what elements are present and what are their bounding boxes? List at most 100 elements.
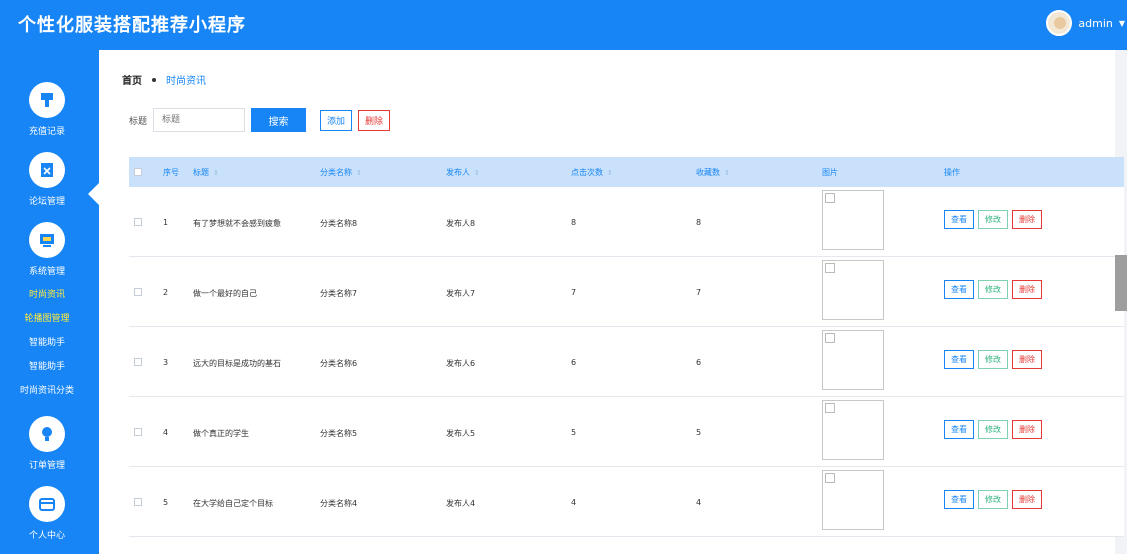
column-header-clicks[interactable]: 点击次数 ⇕	[571, 167, 613, 178]
view-button[interactable]: 查看	[944, 210, 974, 229]
add-button[interactable]: 添加	[320, 109, 353, 131]
cell-category: 分类名称5	[320, 429, 358, 438]
column-header-title[interactable]: 标题 ⇕	[193, 167, 219, 178]
edit-button[interactable]: 修改	[978, 420, 1008, 439]
column-header-actions: 操作	[944, 168, 960, 177]
sidebar-item-profile[interactable]: 个人中心	[0, 486, 94, 541]
cell-favorites: 4	[696, 498, 702, 507]
cell-index: 2	[163, 288, 169, 297]
view-button[interactable]: 查看	[944, 420, 974, 439]
row-actions: 查看 修改 删除	[944, 350, 1042, 369]
sort-icon[interactable]: ⇕	[474, 169, 480, 177]
sidebar-item-label: 充值记录	[28, 127, 65, 137]
monitor-icon	[29, 222, 65, 258]
sidebar-item-label: 论坛管理	[28, 197, 65, 207]
lightbulb-icon	[29, 416, 65, 452]
search-bar: 标题 搜索 添加 删除	[129, 108, 391, 132]
sidebar-item-recharge[interactable]: 充值记录	[0, 82, 94, 137]
column-header-category[interactable]: 分类名称 ⇕	[320, 167, 362, 178]
cell-index: 1	[163, 218, 169, 227]
view-button[interactable]: 查看	[944, 490, 974, 509]
row-actions: 查看 修改 删除	[944, 490, 1042, 509]
sidebar-item-orders[interactable]: 订单管理	[0, 416, 94, 471]
breadcrumb-home[interactable]: 首页	[122, 72, 142, 87]
search-button[interactable]: 搜索	[251, 108, 307, 132]
row-actions: 查看 修改 删除	[944, 420, 1042, 439]
delete-button[interactable]: 删除	[1012, 280, 1042, 299]
table-row: 3 远大的目标是成功的基石 分类名称6 发布人6 6 6 查看 修改 删除	[129, 327, 1124, 397]
delete-button[interactable]: 删除	[1012, 420, 1042, 439]
batch-delete-button[interactable]: 删除	[358, 109, 391, 131]
sort-icon[interactable]: ⇕	[213, 169, 219, 177]
column-header-index: 序号	[163, 168, 179, 177]
submenu-assistant-2[interactable]: 智能助手	[0, 359, 94, 372]
broken-image-icon	[822, 470, 884, 530]
row-checkbox[interactable]	[134, 428, 142, 436]
cell-favorites: 5	[696, 428, 702, 437]
column-header-label: 标题	[193, 168, 209, 177]
submenu-fashion-news[interactable]: 时尚资讯	[0, 287, 94, 300]
submenu-fashion-category[interactable]: 时尚资讯分类	[0, 383, 94, 396]
submenu-carousel[interactable]: 轮播图管理	[0, 311, 94, 324]
cell-index: 4	[163, 428, 169, 437]
sort-icon[interactable]: ⇕	[724, 169, 730, 177]
cell-clicks: 6	[571, 358, 577, 367]
cell-publisher: 发布人7	[446, 289, 476, 298]
scrollbar[interactable]	[1115, 255, 1127, 311]
cell-publisher: 发布人8	[446, 219, 476, 228]
main-content: 首页 时尚资讯 标题 搜索 添加 删除 序号 标题 ⇕ 分类名称 ⇕ 发布人 ⇕ 点击…	[99, 50, 1124, 554]
broken-image-icon	[822, 260, 884, 320]
edit-button[interactable]: 修改	[978, 350, 1008, 369]
column-header-label: 点击次数	[571, 168, 603, 177]
row-checkbox[interactable]	[134, 498, 142, 506]
chevron-down-icon[interactable]: ▼	[1119, 19, 1125, 28]
sidebar-item-system[interactable]: 系统管理	[0, 222, 94, 277]
broken-image-icon	[822, 400, 884, 460]
cell-category: 分类名称7	[320, 289, 358, 298]
column-header-label: 收藏数	[696, 168, 720, 177]
user-menu[interactable]: admin ▼	[1046, 10, 1127, 36]
row-checkbox[interactable]	[134, 288, 142, 296]
search-input[interactable]	[153, 108, 246, 132]
column-header-image: 图片	[822, 168, 838, 177]
select-all-checkbox[interactable]	[134, 168, 142, 176]
view-button[interactable]: 查看	[944, 280, 974, 299]
breadcrumb: 首页 时尚资讯	[122, 72, 206, 87]
row-checkbox[interactable]	[134, 358, 142, 366]
delete-button[interactable]: 删除	[1012, 490, 1042, 509]
cell-clicks: 8	[571, 218, 577, 227]
breadcrumb-current: 时尚资讯	[166, 76, 206, 87]
cell-favorites: 6	[696, 358, 702, 367]
sidebar-item-forum[interactable]: 论坛管理	[0, 152, 94, 207]
row-checkbox[interactable]	[134, 218, 142, 226]
edit-button[interactable]: 修改	[978, 490, 1008, 509]
table-row: 5 在大学给自己定个目标 分类名称4 发布人4 4 4 查看 修改 删除	[129, 467, 1124, 537]
delete-button[interactable]: 删除	[1012, 210, 1042, 229]
submenu-assistant-1[interactable]: 智能助手	[0, 335, 94, 348]
brush-icon	[29, 82, 65, 118]
table-row: 4 做个真正的学生 分类名称5 发布人5 5 5 查看 修改 删除	[129, 397, 1124, 467]
delete-button[interactable]: 删除	[1012, 350, 1042, 369]
cell-category: 分类名称4	[320, 499, 358, 508]
sidebar-item-label: 订单管理	[28, 461, 65, 471]
cell-title: 远大的目标是成功的基石	[193, 359, 281, 368]
column-header-favorites[interactable]: 收藏数 ⇕	[696, 167, 730, 178]
avatar[interactable]	[1046, 10, 1073, 36]
view-button[interactable]: 查看	[944, 350, 974, 369]
column-header-publisher[interactable]: 发布人 ⇕	[446, 167, 480, 178]
cell-favorites: 7	[696, 288, 702, 297]
sort-icon[interactable]: ⇕	[607, 169, 613, 177]
news-table: 序号 标题 ⇕ 分类名称 ⇕ 发布人 ⇕ 点击次数 ⇕ 收藏数 ⇕ 图片 操作 1 有了梦…	[129, 157, 1124, 537]
active-indicator	[88, 183, 99, 205]
edit-button[interactable]: 修改	[978, 280, 1008, 299]
sort-icon[interactable]: ⇕	[356, 169, 362, 177]
edit-button[interactable]: 修改	[978, 210, 1008, 229]
cell-title: 做个真正的学生	[193, 429, 249, 438]
wallet-icon	[29, 486, 65, 522]
cell-favorites: 8	[696, 218, 702, 227]
row-actions: 查看 修改 删除	[944, 280, 1042, 299]
sidebar-item-label: 个人中心	[28, 531, 65, 541]
username[interactable]: admin	[1078, 17, 1112, 30]
sidebar: 充值记录 论坛管理 系统管理 时尚资讯 轮播图管理 智能助手 智能助手 时尚资讯…	[0, 50, 99, 554]
top-header: 个性化服装搭配推荐小程序 admin ▼	[0, 0, 1127, 50]
